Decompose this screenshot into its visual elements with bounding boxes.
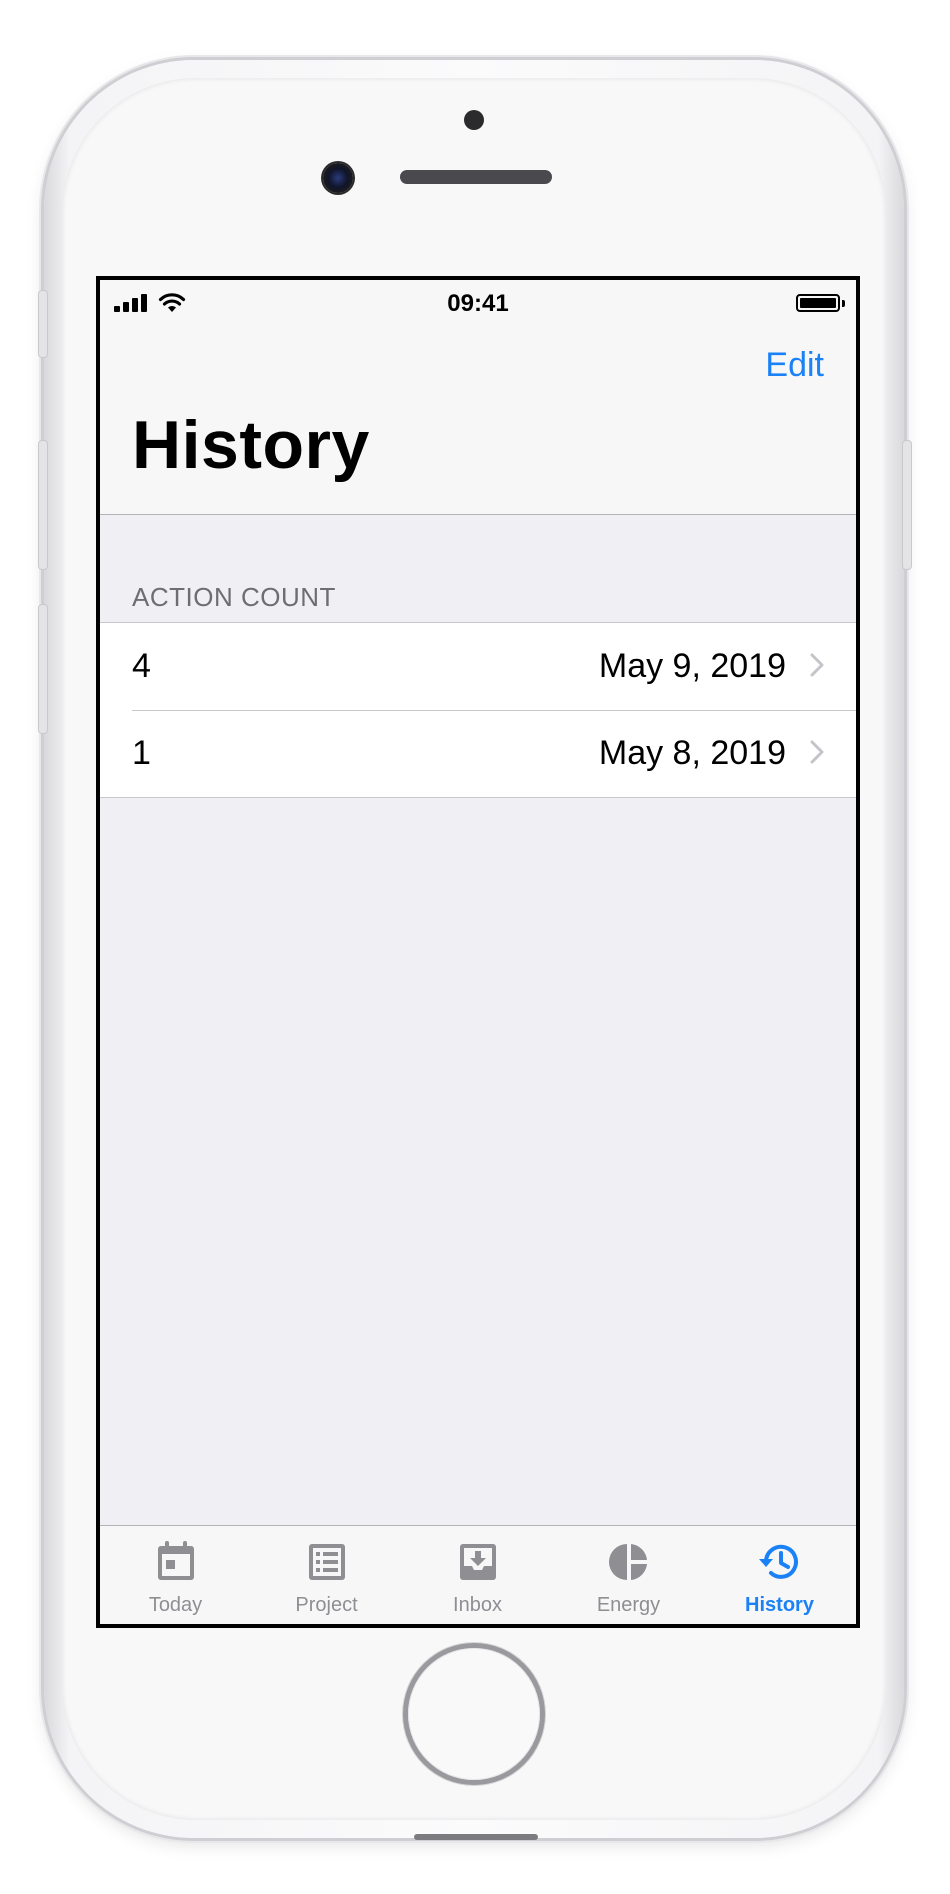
tab-energy[interactable]: Energy	[553, 1526, 704, 1624]
row-date: May 9, 2019	[598, 647, 786, 685]
list-item[interactable]: 1 May 8, 2019	[100, 710, 856, 797]
bottom-edge	[414, 1834, 538, 1840]
history-list: 4 May 9, 2019 1 May 8, 2019	[100, 622, 856, 798]
home-button[interactable]	[408, 1648, 540, 1780]
inbox-tray-icon	[459, 1544, 496, 1580]
status-time: 09:41	[447, 290, 509, 317]
earpiece-speaker	[400, 170, 552, 184]
row-date: May 8, 2019	[598, 734, 786, 772]
tab-history[interactable]: History	[704, 1526, 855, 1624]
tab-project[interactable]: Project	[251, 1526, 402, 1624]
status-bar: 09:41	[100, 280, 856, 326]
history-clock-icon	[758, 1544, 798, 1579]
section-header: ACTION COUNT	[132, 582, 336, 612]
action-count: 4	[132, 647, 151, 685]
proximity-sensor	[464, 110, 484, 130]
power-button	[902, 440, 912, 570]
battery-icon	[796, 294, 840, 312]
battery-cap	[842, 300, 845, 307]
tab-label: Today	[148, 1594, 203, 1616]
tab-label: Energy	[596, 1594, 661, 1616]
volume-down-button	[38, 604, 48, 734]
tab-label: History	[745, 1594, 814, 1616]
navigation-bar: Edit History	[100, 326, 856, 515]
pie-chart-icon	[608, 1544, 647, 1580]
tab-today[interactable]: Today	[100, 1526, 251, 1624]
calendar-icon	[157, 1541, 194, 1580]
list-icon	[308, 1544, 345, 1580]
edit-button[interactable]: Edit	[765, 346, 824, 385]
volume-up-button	[38, 440, 48, 570]
front-camera	[323, 163, 353, 193]
tab-bar: Today Project Inbox Energy History	[100, 1525, 856, 1624]
list-item[interactable]: 4 May 9, 2019	[100, 623, 856, 710]
chevron-right-icon	[810, 740, 824, 764]
page-title: History	[132, 407, 370, 483]
action-count: 1	[132, 734, 151, 772]
tab-label: Inbox	[453, 1594, 502, 1616]
mute-switch	[38, 290, 48, 358]
chevron-right-icon	[810, 653, 824, 677]
tab-label: Project	[295, 1594, 358, 1616]
tab-inbox[interactable]: Inbox	[402, 1526, 553, 1624]
screen: 09:41 Edit History ACTION COUNT 4 May 9,…	[96, 276, 860, 1628]
